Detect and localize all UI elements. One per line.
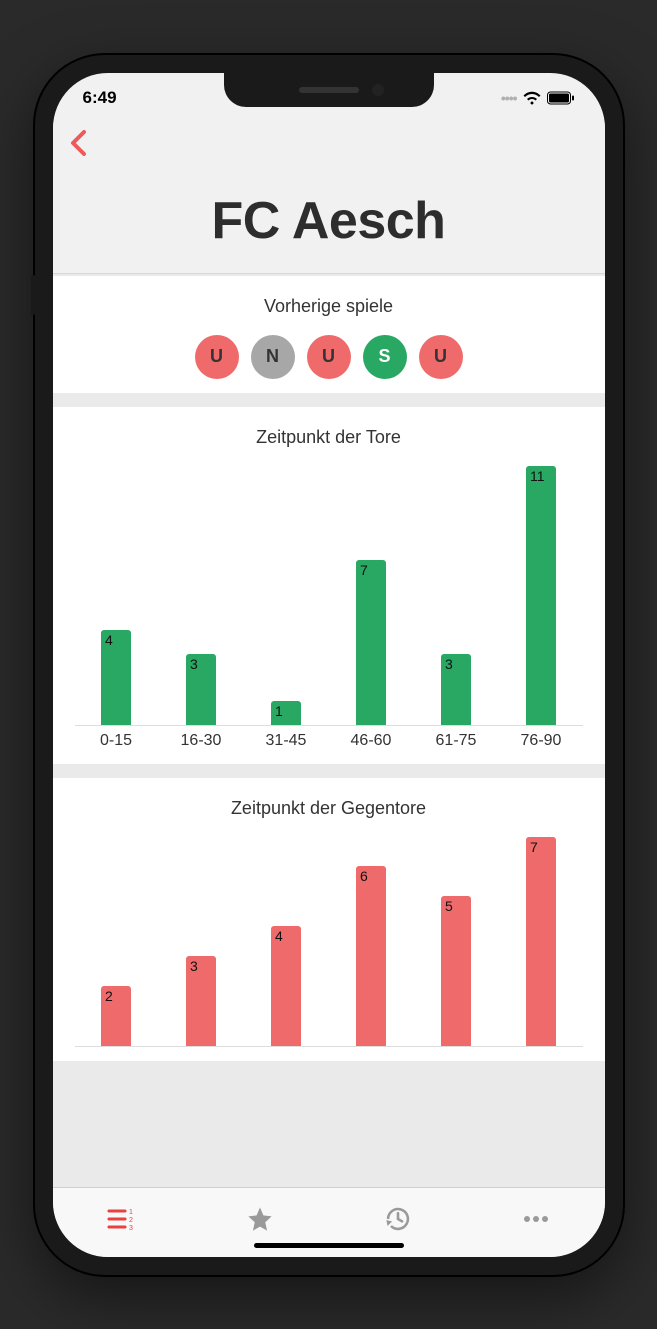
goals-timing-chart: 4 3 1 7 3 11 — [75, 466, 583, 726]
bar-value: 11 — [530, 468, 545, 484]
goals-timing-title: Zeitpunkt der Tore — [75, 427, 583, 448]
previous-games-section: Vorherige spiele UNUSU — [53, 276, 605, 393]
bar-value: 1 — [275, 703, 283, 719]
bar-value: 5 — [445, 898, 453, 914]
tab-history[interactable] — [378, 1199, 418, 1239]
status-right: •••• — [501, 90, 575, 106]
chart-column: 2 — [75, 837, 158, 1046]
chart-bar: 3 — [186, 956, 216, 1046]
front-camera — [372, 84, 384, 96]
axis-label: 76-90 — [500, 732, 583, 750]
chart-bar: 7 — [526, 837, 556, 1046]
tab-more[interactable] — [516, 1199, 556, 1239]
battery-icon — [547, 91, 575, 105]
chart-bar: 11 — [526, 466, 556, 725]
bar-value: 3 — [190, 958, 198, 974]
chart-bar: 2 — [101, 986, 131, 1046]
speaker — [299, 87, 359, 93]
bar-value: 6 — [360, 868, 368, 884]
bar-value: 7 — [360, 562, 368, 578]
chart-bar: 3 — [186, 654, 216, 725]
chart-bar: 6 — [356, 866, 386, 1045]
chart-bar: 4 — [101, 630, 131, 724]
chart-column: 3 — [160, 837, 243, 1046]
result-badge[interactable]: U — [307, 335, 351, 379]
chart-column: 5 — [415, 837, 498, 1046]
chart-column: 6 — [330, 837, 413, 1046]
previous-games-badges: UNUSU — [75, 335, 583, 379]
status-time: 6:49 — [83, 88, 117, 108]
chart-column: 3 — [415, 466, 498, 725]
wifi-icon — [523, 91, 541, 105]
conceded-timing-chart: 2 3 4 6 5 7 — [75, 837, 583, 1047]
axis-label: 31-45 — [245, 732, 328, 750]
chart-bar: 7 — [356, 560, 386, 725]
axis-label: 16-30 — [160, 732, 243, 750]
bar-value: 3 — [445, 656, 453, 672]
chart-column: 7 — [500, 837, 583, 1046]
result-badge[interactable]: U — [195, 335, 239, 379]
axis-label: 46-60 — [330, 732, 413, 750]
goals-timing-labels: 0-1516-3031-4546-6061-7576-90 — [75, 732, 583, 750]
bar-value: 4 — [105, 632, 113, 648]
chart-column: 7 — [330, 466, 413, 725]
notch — [224, 73, 434, 107]
chart-column: 11 — [500, 466, 583, 725]
back-button[interactable] — [69, 127, 589, 163]
home-indicator[interactable] — [254, 1243, 404, 1248]
chart-bar: 3 — [441, 654, 471, 725]
axis-label: 0-15 — [75, 732, 158, 750]
svg-text:1: 1 — [129, 1209, 133, 1216]
tab-favorites[interactable] — [240, 1199, 280, 1239]
bar-value: 2 — [105, 988, 113, 1004]
chart-bar: 1 — [271, 701, 301, 725]
chart-column: 1 — [245, 466, 328, 725]
tab-list[interactable]: 123 — [102, 1199, 142, 1239]
screen: 6:49 •••• FC Aesch Vorherige spiele UNUS… — [53, 73, 605, 1257]
header: FC Aesch — [53, 123, 605, 274]
chart-column: 4 — [245, 837, 328, 1046]
result-badge[interactable]: N — [251, 335, 295, 379]
bar-value: 3 — [190, 656, 198, 672]
result-badge[interactable]: U — [419, 335, 463, 379]
phone-frame: 6:49 •••• FC Aesch Vorherige spiele UNUS… — [35, 55, 623, 1275]
content[interactable]: Vorherige spiele UNUSU Zeitpunkt der Tor… — [53, 274, 605, 1187]
bar-value: 7 — [530, 839, 538, 855]
cell-signal-icon: •••• — [501, 90, 517, 106]
conceded-timing-title: Zeitpunkt der Gegentore — [75, 798, 583, 819]
goals-timing-section: Zeitpunkt der Tore 4 3 1 7 3 11 0-1516-3031-4… — [53, 407, 605, 764]
svg-text:3: 3 — [129, 1225, 133, 1231]
chart-column: 4 — [75, 466, 158, 725]
result-badge[interactable]: S — [363, 335, 407, 379]
page-title: FC Aesch — [69, 191, 589, 251]
previous-games-title: Vorherige spiele — [75, 296, 583, 317]
chart-bar: 4 — [271, 926, 301, 1045]
conceded-timing-section: Zeitpunkt der Gegentore 2 3 4 6 5 7 — [53, 778, 605, 1061]
chart-bar: 5 — [441, 896, 471, 1045]
svg-text:2: 2 — [129, 1217, 133, 1224]
axis-label: 61-75 — [415, 732, 498, 750]
bar-value: 4 — [275, 928, 283, 944]
chart-column: 3 — [160, 466, 243, 725]
